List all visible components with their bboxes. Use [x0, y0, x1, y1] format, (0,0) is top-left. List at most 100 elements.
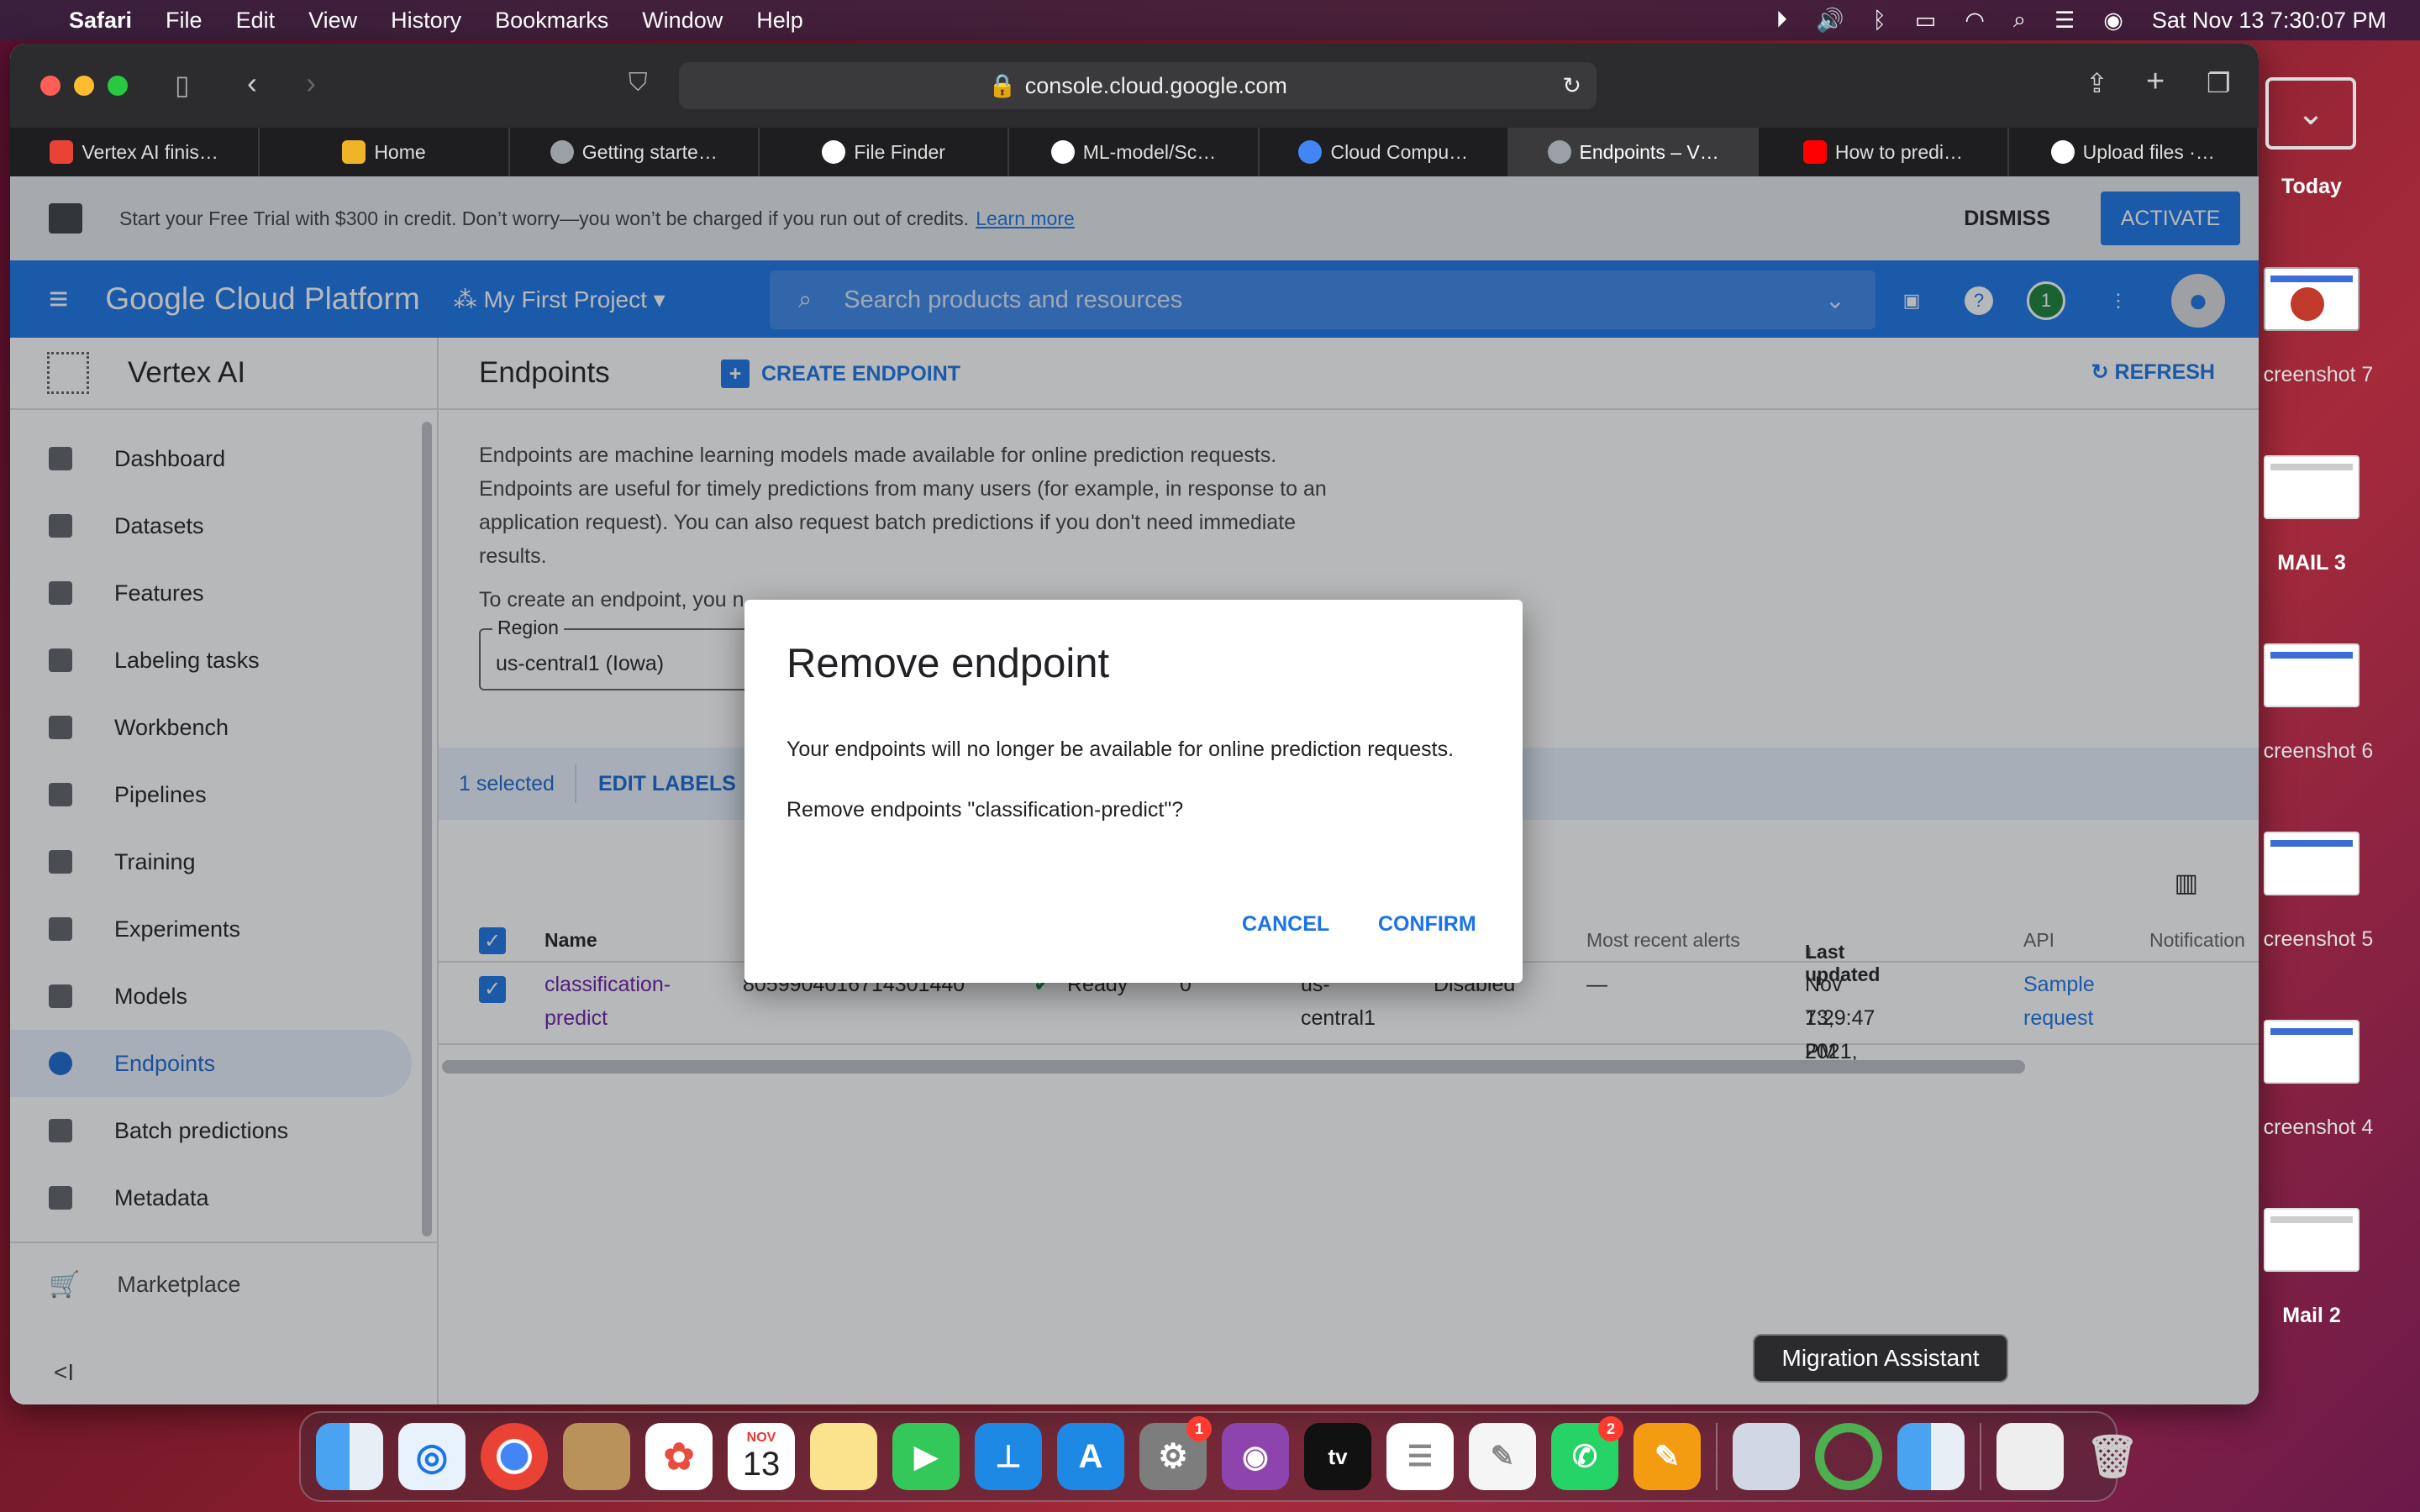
new-tab-icon[interactable]: + [2146, 64, 2165, 100]
menu-help[interactable]: Help [756, 8, 803, 34]
whatsapp-badge: 2 [1598, 1416, 1623, 1441]
gmail-icon [50, 140, 74, 164]
screenshot-4-thumbnail[interactable] [2264, 1020, 2360, 1084]
menu-app-name[interactable]: Safari [69, 8, 132, 34]
menu-bar: Safari File Edit View History Bookmarks … [0, 0, 2420, 40]
tab-label: Endpoints – V… [1579, 140, 1719, 163]
tab-label: Cloud Compu… [1330, 140, 1469, 163]
contacts-icon[interactable] [563, 1423, 630, 1490]
menu-window[interactable]: Window [642, 8, 723, 34]
tab-ml-model[interactable]: ML-model/Sc… [1009, 128, 1260, 176]
tab-label: Home [374, 140, 426, 163]
tab-label: Vertex AI finis… [82, 140, 218, 163]
settings-badge: 1 [1186, 1416, 1212, 1441]
tab-endpoints[interactable]: Endpoints – V… [1508, 128, 1760, 176]
spotlight-icon[interactable]: ⌕ [2013, 7, 2026, 34]
reminders-icon[interactable]: ☰ [1386, 1423, 1454, 1490]
close-window-icon[interactable] [40, 76, 60, 96]
url-text: console.cloud.google.com [1024, 72, 1287, 98]
volume-icon[interactable]: 🔊 [1816, 7, 1844, 34]
dock: ◎ ✿ NOV 13 ▶ ⊥ A ⚙ 1 ◉ tv ☰ ✎ ✆ 2 ✎ 🗑 [299, 1411, 2139, 1502]
podcasts-icon[interactable]: ◉ [1222, 1423, 1289, 1490]
back-icon[interactable]: ‹ [247, 66, 257, 101]
zoom-window-icon[interactable] [108, 76, 128, 96]
textedit-icon[interactable]: ✎ [1469, 1423, 1536, 1490]
tab-youtube[interactable]: How to predi… [1759, 128, 2009, 176]
sidebar-toggle-icon[interactable]: ▯ [175, 69, 190, 101]
menu-view[interactable]: View [308, 8, 357, 34]
tab-file-finder[interactable]: File Finder [760, 128, 1010, 176]
migration-assistant-icon[interactable] [1815, 1423, 1882, 1490]
tab-home[interactable]: Home [260, 128, 510, 176]
notes-icon[interactable] [810, 1423, 877, 1490]
forward-icon[interactable]: › [306, 66, 316, 101]
wifi-icon[interactable]: ◠ [1965, 8, 1985, 34]
vertex-icon [1547, 140, 1571, 164]
tab-label: Getting starte… [581, 140, 718, 163]
keynote-icon[interactable]: ⊥ [975, 1423, 1042, 1490]
dialog-title: Remove endpoint [786, 641, 1110, 686]
tab-getting-started[interactable]: Getting starte… [510, 128, 760, 176]
screenshot-5-thumbnail[interactable] [2264, 832, 2360, 895]
screenshot-6-thumbnail[interactable] [2264, 643, 2360, 707]
calendar-month: NOV [746, 1430, 776, 1445]
share-icon[interactable]: ⇪ [2086, 67, 2108, 99]
tab-upload-files[interactable]: Upload files ·… [2009, 128, 2259, 176]
chrome-icon[interactable] [481, 1423, 548, 1490]
system-preferences-icon[interactable]: ⚙ 1 [1139, 1416, 1212, 1490]
finder-folder-icon[interactable] [1897, 1423, 1965, 1490]
siri-icon[interactable]: ◉ [2103, 8, 2123, 34]
mail-3-label: MAIL 3 [2277, 551, 2346, 575]
bluetooth-icon[interactable]: ᛒ [1873, 8, 1886, 34]
preview-icon[interactable] [1733, 1423, 1800, 1490]
menu-history[interactable]: History [391, 8, 461, 34]
lock-icon: 🔒 [988, 73, 1017, 98]
mail-3-thumbnail[interactable] [2264, 455, 2360, 519]
confirm-button[interactable]: CONFIRM [1378, 912, 1476, 937]
tab-gmail[interactable]: Vertex AI finis… [10, 128, 260, 176]
whatsapp-icon[interactable]: ✆ 2 [1551, 1416, 1623, 1490]
minimize-window-icon[interactable] [74, 76, 94, 96]
github-icon [2050, 140, 2075, 164]
pages-icon[interactable]: ✎ [1634, 1423, 1701, 1490]
mail-2-thumbnail[interactable] [2264, 1208, 2360, 1272]
play-icon[interactable]: ⏵ [1776, 7, 1788, 34]
github-icon [1050, 140, 1075, 164]
github-icon [822, 140, 846, 164]
privacy-shield-icon[interactable]: ⛉ [629, 69, 648, 97]
apple-tv-icon[interactable]: tv [1304, 1423, 1371, 1490]
battery-icon[interactable]: ▭ [1915, 8, 1937, 34]
tab-label: How to predi… [1834, 140, 1964, 163]
tab-label: Upload files ·… [2082, 140, 2215, 163]
app-store-icon[interactable]: A [1057, 1423, 1124, 1490]
dialog-message: Your endpoints will no longer be availab… [786, 738, 1455, 761]
reload-icon[interactable]: ↻ [1562, 73, 1581, 99]
box-icon [342, 140, 366, 164]
browser-toolbar: ▯ ‹ › ⛉ 🔒 console.cloud.google.com ↻ ⇪ +… [10, 44, 2259, 128]
photos-icon[interactable]: ✿ [645, 1423, 713, 1490]
safari-icon[interactable]: ◎ [398, 1423, 466, 1490]
youtube-icon [1802, 140, 1827, 164]
facetime-icon[interactable]: ▶ [892, 1423, 960, 1490]
vertex-icon [550, 140, 574, 164]
trash-icon[interactable]: 🗑 [2079, 1423, 2146, 1490]
screenshot-4-label: creenshot 4 [2263, 1116, 2374, 1139]
tab-cloud-compute[interactable]: Cloud Compu… [1260, 128, 1509, 176]
clock[interactable]: Sat Nov 13 7:30:07 PM [2152, 8, 2386, 34]
menu-edit[interactable]: Edit [236, 8, 276, 34]
thumb-image-icon [2291, 287, 2324, 321]
address-bar[interactable]: 🔒 console.cloud.google.com ↻ [679, 62, 1597, 109]
google-cloud-icon [1298, 140, 1323, 164]
cancel-button[interactable]: CANCEL [1242, 912, 1329, 937]
downloads-stack-icon[interactable] [1996, 1423, 2064, 1490]
today-widget-icon[interactable]: ⌄ [2265, 77, 2356, 150]
dialog-question: Remove endpoints "classification-predict… [786, 798, 1184, 822]
screenshot-7-thumbnail[interactable] [2264, 267, 2360, 331]
dock-divider [1980, 1423, 1981, 1490]
menu-bookmarks[interactable]: Bookmarks [495, 8, 608, 34]
control-center-icon[interactable]: ☰ [2054, 8, 2075, 34]
menu-file[interactable]: File [166, 8, 203, 34]
finder-icon[interactable] [316, 1423, 383, 1490]
tab-overview-icon[interactable]: ❐ [2207, 67, 2231, 99]
calendar-icon[interactable]: NOV 13 [728, 1423, 795, 1490]
